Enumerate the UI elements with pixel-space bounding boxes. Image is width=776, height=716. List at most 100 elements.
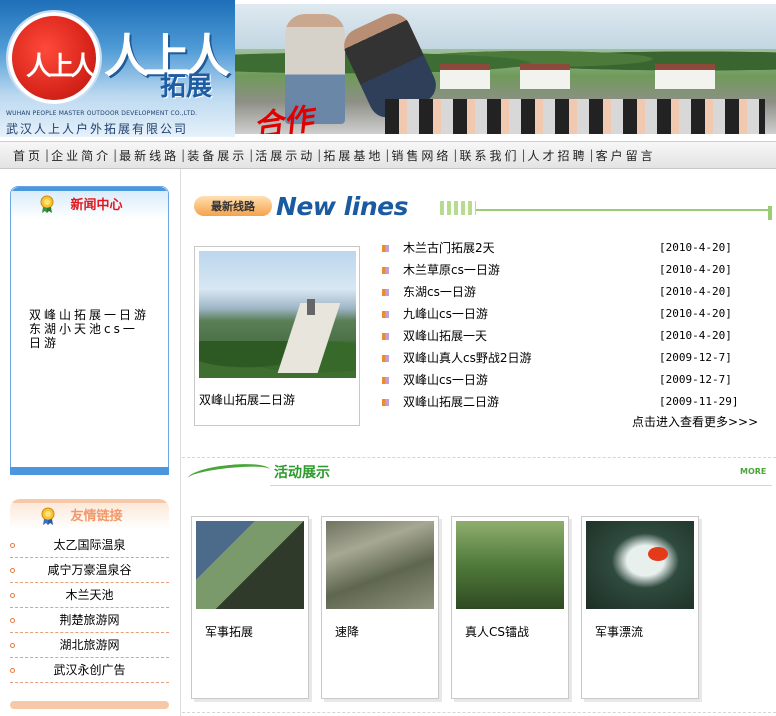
- activity-card[interactable]: 军事漂流: [581, 516, 699, 699]
- swoosh-decoration: [187, 460, 271, 488]
- line-title[interactable]: 东湖cs一日游: [403, 281, 476, 303]
- line-title[interactable]: 双峰山真人cs野战2日游: [403, 347, 532, 369]
- bullet-icon: [10, 618, 15, 623]
- line-title[interactable]: 木兰草原cs一日游: [403, 259, 500, 281]
- activity-photo[interactable]: [196, 521, 304, 609]
- activities-title: 活动展示: [274, 465, 330, 481]
- bullet-icon: [10, 643, 15, 648]
- line-date: [2009-11-29]: [659, 395, 739, 408]
- nav-equipment[interactable]: 装备展示: [187, 147, 247, 164]
- nav-guestbook[interactable]: 客户留言: [596, 147, 656, 164]
- list-item: 咸宁万豪温泉谷: [10, 558, 169, 583]
- nav-jobs[interactable]: 人才招聘: [528, 147, 588, 164]
- friend-link[interactable]: 武汉永创广告: [53, 663, 125, 677]
- line-title[interactable]: 双峰山cs一日游: [403, 369, 488, 391]
- sidebar: 新闻中心 双峰山拓展一日游 东湖小天池cs一日游 友情链接 太乙国际温泉 咸宁万…: [0, 169, 181, 716]
- friend-links-header: 友情链接: [10, 499, 169, 529]
- featured-line-photo[interactable]: [199, 251, 356, 378]
- list-item: 武汉永创广告: [10, 658, 169, 683]
- view-more-link[interactable]: 点击进入查看更多>>>: [632, 413, 758, 430]
- bullet-icon: [382, 399, 389, 406]
- list-item: 双峰山拓展一天 [2010-4-20]: [382, 325, 742, 347]
- medal-icon: [41, 507, 55, 525]
- bullet-icon: [382, 333, 389, 340]
- friend-links-footer: [10, 701, 169, 709]
- main-nav: 首页 | 企业简介 | 最新线路 | 装备展示 | 活展示动 | 拓展基地 | 销售网络 | …: [0, 141, 776, 169]
- line-date: [2010-4-20]: [659, 307, 732, 320]
- activity-caption[interactable]: 真人CS镭战: [465, 623, 529, 640]
- line-title[interactable]: 双峰山拓展一天: [403, 325, 487, 347]
- activity-photo[interactable]: [456, 521, 564, 609]
- nav-contact[interactable]: 联系我们: [459, 147, 519, 164]
- logo-emblem: 人上人: [8, 12, 100, 104]
- logo[interactable]: 人上人 人上人 拓展 WUHAN PEOPLE MASTER OUTDOOR D…: [0, 0, 235, 137]
- line-title[interactable]: 双峰山拓展二日游: [403, 391, 499, 413]
- friend-link[interactable]: 木兰天池: [65, 588, 113, 602]
- section-divider: [182, 457, 776, 458]
- new-lines-list: 木兰古门拓展2天 [2010-4-20] 木兰草原cs一日游 [2010-4-20]…: [382, 237, 742, 413]
- bullet-icon: [382, 311, 389, 318]
- line-date: [2010-4-20]: [659, 241, 732, 254]
- list-item: 木兰天池: [10, 583, 169, 608]
- activity-photo[interactable]: [586, 521, 694, 609]
- nav-home[interactable]: 首页: [13, 147, 43, 164]
- medal-icon: [40, 195, 54, 213]
- friend-links-panel: 友情链接 太乙国际温泉 咸宁万豪温泉谷 木兰天池 荆楚旅游网 湖北旅游网 武汉永…: [10, 499, 169, 709]
- featured-line-caption[interactable]: 双峰山拓展二日游: [199, 391, 295, 408]
- site-header: 人上人 人上人 拓展 WUHAN PEOPLE MASTER OUTDOOR D…: [0, 0, 776, 137]
- decorative-dots: [440, 201, 476, 215]
- list-item: 荆楚旅游网: [10, 608, 169, 633]
- activity-caption[interactable]: 军事漂流: [595, 623, 643, 640]
- activity-card[interactable]: 军事拓展: [191, 516, 309, 699]
- list-item: 太乙国际温泉: [10, 533, 169, 558]
- activity-caption[interactable]: 军事拓展: [205, 623, 253, 640]
- activity-caption[interactable]: 速降: [335, 623, 359, 640]
- header-banner-photo: 合作: [235, 4, 776, 134]
- bullet-icon: [10, 668, 15, 673]
- friend-link[interactable]: 湖北旅游网: [59, 638, 119, 652]
- news-center-header: 新闻中心: [11, 187, 168, 219]
- bullet-icon: [382, 289, 389, 296]
- list-item: 木兰草原cs一日游 [2010-4-20]: [382, 259, 742, 281]
- company-name-en: WUHAN PEOPLE MASTER OUTDOOR DEVELOPMENT …: [6, 110, 198, 117]
- nav-sales-network[interactable]: 销售网络: [391, 147, 451, 164]
- news-item[interactable]: 双峰山拓展一日游: [29, 308, 149, 322]
- list-item: 湖北旅游网: [10, 633, 169, 658]
- activity-photo[interactable]: [326, 521, 434, 609]
- new-lines-title: New lines: [276, 192, 408, 221]
- list-item: 双峰山cs一日游 [2009-12-7]: [382, 369, 742, 391]
- friend-link[interactable]: 荆楚旅游网: [59, 613, 119, 627]
- list-item: 东湖cs一日游 [2010-4-20]: [382, 281, 742, 303]
- section-divider: [182, 712, 776, 713]
- news-list: 双峰山拓展一日游 东湖小天池cs一日游: [29, 308, 149, 350]
- activities-more-link[interactable]: MORE: [740, 467, 766, 476]
- line-date: [2009-12-7]: [659, 351, 732, 364]
- friend-link[interactable]: 太乙国际温泉: [53, 538, 125, 552]
- featured-line-card[interactable]: 双峰山拓展二日游: [194, 246, 360, 426]
- activity-card[interactable]: 速降: [321, 516, 439, 699]
- activity-card[interactable]: 真人CS镭战: [451, 516, 569, 699]
- news-item[interactable]: 东湖小天池cs一日游: [29, 322, 149, 350]
- nav-about[interactable]: 企业简介: [51, 147, 111, 164]
- new-lines-badge: 最新线路: [194, 196, 272, 216]
- banner-slogan: 合作: [251, 101, 316, 134]
- activities-header: 活动展示 MORE: [187, 459, 772, 489]
- main-content: 最新线路 New lines 双峰山拓展二日游 木兰古门拓展2天 [2010-4-…: [182, 169, 776, 716]
- list-item: 木兰古门拓展2天 [2010-4-20]: [382, 237, 742, 259]
- friend-links-list: 太乙国际温泉 咸宁万豪温泉谷 木兰天池 荆楚旅游网 湖北旅游网 武汉永创广告: [10, 533, 169, 683]
- line-title[interactable]: 木兰古门拓展2天: [403, 237, 495, 259]
- line-title[interactable]: 九峰山cs一日游: [403, 303, 488, 325]
- bullet-icon: [10, 543, 15, 548]
- activities-gallery: 军事拓展 速降 真人CS镭战 军事漂流: [191, 516, 776, 699]
- logo-emblem-text: 人上人: [26, 52, 96, 82]
- friend-link[interactable]: 咸宁万豪温泉谷: [47, 563, 131, 577]
- bullet-icon: [10, 568, 15, 573]
- line-date: [2010-4-20]: [659, 263, 732, 276]
- news-center-title: 新闻中心: [70, 197, 123, 213]
- friend-links-title: 友情链接: [70, 508, 123, 524]
- news-center-panel: 新闻中心 双峰山拓展一日游 东湖小天池cs一日游: [10, 186, 169, 475]
- nav-bases[interactable]: 拓展基地: [323, 147, 383, 164]
- nav-new-lines[interactable]: 最新线路: [119, 147, 179, 164]
- company-name-cn: 武汉人上人户外拓展有限公司: [6, 122, 189, 136]
- nav-activities[interactable]: 活展示动: [255, 147, 315, 164]
